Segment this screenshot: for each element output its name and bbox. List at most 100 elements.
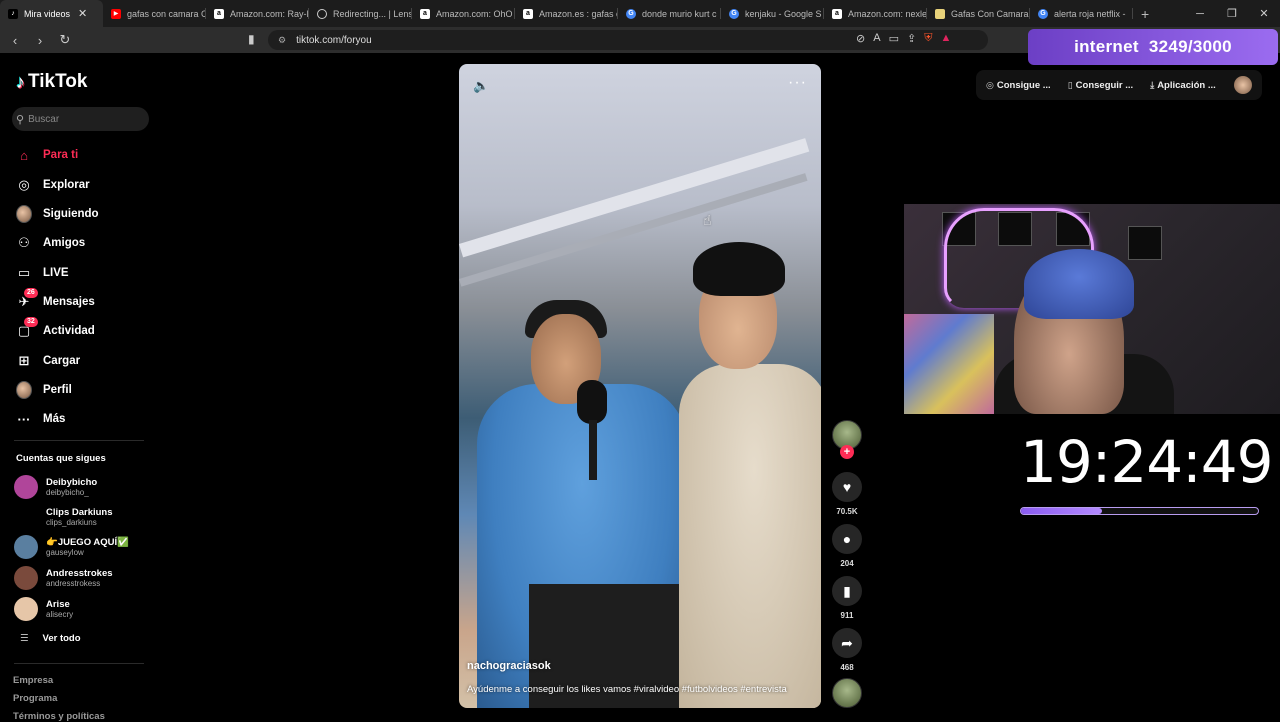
header-button-label: Consigue ... (996, 79, 1051, 91)
account-username: andresstrokess (46, 578, 101, 588)
video-author[interactable]: nachograciasok (467, 660, 551, 672)
forward-icon[interactable]: › (30, 33, 50, 48)
browser-tab-label: gafas con camara C (127, 8, 206, 19)
nav-item-following-avatar[interactable]: Siguiendo (16, 204, 99, 224)
browser-tab[interactable]: ♪ Mira videos ✕ (0, 0, 103, 27)
followed-account[interactable]: 👉JUEGO AQUÍ✅ gauseylow (14, 535, 129, 559)
share-button[interactable]: ➦ (832, 628, 862, 658)
follow-plus-icon[interactable]: + (840, 445, 854, 459)
brave-shield-icon[interactable]: ⛨ (924, 32, 932, 45)
browser-tab[interactable]: Galerta roja netflix - (1030, 0, 1133, 27)
glasses-icon (935, 8, 945, 19)
following-section-title: Cuentas que sigues (16, 453, 106, 464)
account-names: Arise alisecry (46, 599, 73, 620)
nav-item-messages[interactable]: ✈ 26 Mensajes (16, 288, 95, 312)
header-button-label: Aplicación ... (1157, 79, 1216, 91)
avatar (14, 535, 38, 559)
translate-icon[interactable]: A (873, 32, 880, 45)
footer-link-programa[interactable]: Programa (13, 693, 57, 704)
cast-icon[interactable]: ▭ (889, 32, 899, 45)
site-info-icon[interactable]: ⚙ (278, 35, 286, 46)
no-sound-icon[interactable]: ⊘ (856, 32, 865, 45)
window-controls: ─ ❐ ✕ (1184, 0, 1280, 27)
browser-tab[interactable]: Gafas Con Camara | (927, 0, 1030, 27)
loading-icon (317, 8, 327, 19)
nav-item-label: Más (43, 413, 66, 425)
nav-item-upload[interactable]: ⊞ Cargar (16, 351, 81, 371)
browser-tab-label: Amazon.com: Ray-B (230, 8, 309, 19)
account-username: deibybicho_ (46, 487, 89, 497)
browser-tab[interactable]: a Amazon.com: nexle (824, 0, 927, 27)
close-window-icon[interactable]: ✕ (1248, 7, 1280, 20)
header-button-phone[interactable]: ▯ Conseguir ... (1068, 80, 1134, 91)
user-avatar[interactable] (1234, 76, 1252, 94)
header-button-download[interactable]: ⤓ Aplicación ... (1150, 80, 1216, 91)
activity-icon: ▢ 32 (16, 317, 38, 339)
internet-counter-overlay: internet 3249/3000 (1028, 29, 1278, 65)
notification-badge: 26 (24, 288, 38, 298)
close-tab-icon[interactable]: ✕ (78, 7, 87, 20)
list-icon: ☰ (20, 633, 29, 644)
nav-item-label: Siguiendo (43, 208, 99, 220)
nav-item-profile-avatar[interactable]: Perfil (16, 380, 72, 400)
search-placeholder: Buscar (28, 113, 60, 125)
nav-item-compass[interactable]: ◎ Explorar (16, 175, 89, 195)
nav-item-live[interactable]: ▭ LIVE (16, 263, 69, 283)
followed-account[interactable]: Deibybicho deibybicho_ (14, 475, 97, 499)
browser-tab[interactable]: a Amazon.es : gafas c (515, 0, 618, 27)
google-icon: G (626, 8, 636, 19)
nav-glyph: ⊞ (18, 353, 30, 368)
save-button[interactable]: ▮ (832, 576, 862, 606)
nav-glyph: ⚇ (18, 235, 30, 250)
browser-tab[interactable]: a Amazon.com: Ray-B (206, 0, 309, 27)
avatar (16, 205, 32, 223)
tiktok-logo[interactable]: ♪ TikTok (16, 71, 87, 93)
brave-rewards-icon[interactable]: ▲ (940, 32, 951, 45)
bookmark-icon[interactable]: ▮ (248, 32, 255, 46)
search-input[interactable]: ⚲ Buscar (12, 107, 149, 131)
nav-item-home[interactable]: ⌂ Para ti (16, 145, 78, 165)
volume-icon[interactable]: 🔈 (473, 78, 489, 94)
webcam-bed-blanket (904, 314, 994, 414)
video-player[interactable]: 🔈 ··· nachograciasok Ayúdenme a consegui… (459, 64, 821, 708)
back-icon[interactable]: ‹ (5, 33, 25, 48)
footer-link-terms[interactable]: Términos y políticas (13, 711, 105, 722)
header-button-label: Conseguir ... (1075, 79, 1134, 91)
restore-icon[interactable]: ❐ (1216, 7, 1248, 20)
bookmark-save-icon: ▮ (843, 582, 851, 599)
followed-account[interactable]: Clips Darkiuns clips_darkiuns (14, 505, 113, 529)
profile-avatar-icon (16, 381, 32, 399)
footer-link-empresa[interactable]: Empresa (13, 675, 53, 686)
nav-item-label: Actividad (43, 325, 95, 337)
browser-tab[interactable]: Redirecting... | Lens (309, 0, 412, 27)
share-icon[interactable]: ⇪ (907, 32, 916, 45)
comment-button[interactable]: ● (832, 524, 862, 554)
followed-account[interactable]: Arise alisecry (14, 597, 73, 621)
amazon-icon: a (214, 8, 224, 19)
more-options-icon[interactable]: ··· (788, 74, 807, 92)
reload-icon[interactable]: ↻ (55, 32, 75, 48)
nav-glyph: ⌂ (20, 147, 28, 163)
browser-tab[interactable]: ▶ gafas con camara C (103, 0, 206, 27)
nav-item-label: Mensajes (43, 296, 95, 308)
minimize-icon[interactable]: ─ (1184, 8, 1216, 20)
nav-item-friends[interactable]: ⚇ Amigos (16, 233, 85, 253)
browser-tab[interactable]: Gdonde murio kurt c (618, 0, 721, 27)
browser-tab[interactable]: Gkenjaku - Google S (721, 0, 824, 27)
nav-item-activity[interactable]: ▢ 32 Actividad (16, 317, 95, 341)
messages-icon: ✈ 26 (16, 288, 38, 310)
save-count: 911 (840, 611, 854, 620)
like-button[interactable]: ♥ (832, 472, 862, 502)
new-tab-button[interactable]: + (1133, 6, 1157, 22)
header-button-coin[interactable]: ◎ Consigue ... (986, 80, 1051, 91)
sound-disc-icon[interactable] (832, 678, 862, 708)
search-icon: ⚲ (16, 113, 25, 126)
browser-tab[interactable]: a Amazon.com: OhO (412, 0, 515, 27)
avatar (14, 566, 38, 590)
followed-account[interactable]: Andresstrokes andresstrokess (14, 566, 113, 590)
comment-count: 204 (840, 559, 854, 568)
see-all-link[interactable]: ☰ Ver todo (20, 633, 81, 644)
nav-item-more[interactable]: ··· Más (16, 409, 66, 429)
mouse-cursor-icon: ☝ (703, 212, 712, 228)
nav-item-label: Amigos (43, 237, 86, 249)
